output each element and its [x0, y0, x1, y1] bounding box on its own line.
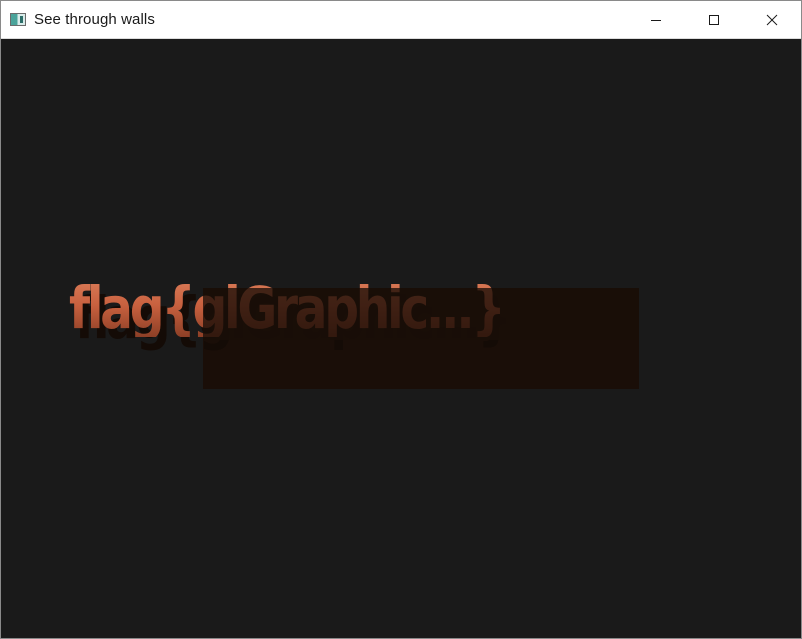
minimize-icon	[651, 19, 661, 21]
render-viewport[interactable]: flag{glGraphic...} flag{glGraphic...}	[1, 39, 801, 638]
window-controls	[627, 1, 801, 38]
app-window: See through walls flag{glGraphic.	[0, 0, 802, 639]
title-bar[interactable]: See through walls	[1, 1, 801, 39]
close-icon	[766, 14, 778, 25]
app-icon	[10, 13, 26, 26]
minimize-button[interactable]	[627, 1, 685, 38]
wall-overlay	[203, 288, 639, 340]
maximize-button[interactable]	[685, 1, 743, 38]
close-button[interactable]	[743, 1, 801, 38]
maximize-icon	[709, 14, 719, 25]
window-title: See through walls	[34, 11, 155, 28]
